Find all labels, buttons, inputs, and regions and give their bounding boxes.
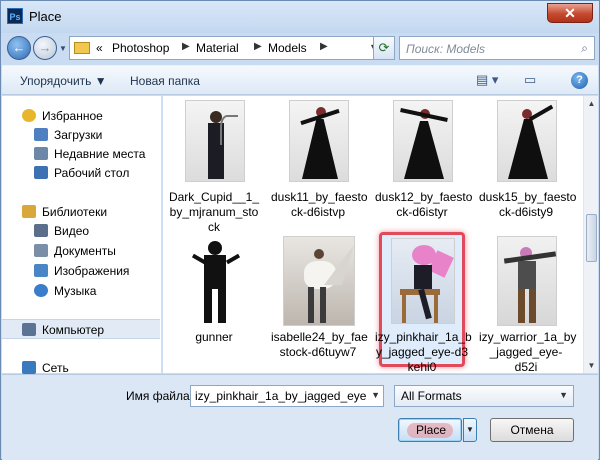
- breadcrumb-material[interactable]: Material: [196, 41, 239, 55]
- back-button[interactable]: ←: [7, 36, 31, 60]
- preview-pane-icon[interactable]: ▭: [524, 72, 536, 88]
- chevron-right-icon[interactable]: ▶: [254, 41, 262, 52]
- desktop-icon: [34, 166, 48, 179]
- close-button[interactable]: ✕: [547, 3, 593, 23]
- file-name: Dark_Cupid__1_ by_mjranum_sto ck: [168, 190, 260, 234]
- breadcrumb-photoshop[interactable]: Photoshop: [112, 41, 169, 55]
- breadcrumb-models[interactable]: Models: [268, 41, 307, 55]
- vertical-scrollbar[interactable]: ▲ ▼: [583, 96, 598, 373]
- view-options-icon[interactable]: ▤ ▾: [476, 72, 498, 88]
- help-icon[interactable]: ?: [571, 72, 588, 89]
- thumbnail-image: [497, 100, 557, 182]
- scrollbar-thumb[interactable]: [586, 214, 597, 262]
- forward-button[interactable]: →: [33, 36, 57, 60]
- title-bar: Ps Place ✕: [1, 1, 599, 33]
- computer-icon: [22, 323, 36, 336]
- file-list: Dark_Cupid__1_ by_mjranum_sto ck dusk11_…: [163, 96, 583, 373]
- file-format-select[interactable]: All Formats ▼: [394, 385, 574, 407]
- scroll-up-icon[interactable]: ▲: [584, 96, 599, 111]
- sidebar-item-favorites[interactable]: Избранное: [2, 106, 160, 126]
- file-name: dusk12_by_faesto ck-d6istyr: [375, 190, 473, 219]
- downloads-icon: [34, 128, 48, 141]
- sidebar-item-music[interactable]: Музыка: [2, 281, 160, 301]
- new-folder-button[interactable]: Новая папка: [130, 74, 200, 88]
- place-dialog: Ps Place ✕ ← → ▼ « Photoshop ▶ Material …: [0, 0, 600, 460]
- breadcrumb-overflow[interactable]: «: [96, 41, 103, 55]
- thumbnail-image: [283, 236, 355, 326]
- video-icon: [34, 224, 48, 237]
- organize-menu[interactable]: Упорядочить ▼: [20, 74, 107, 88]
- file-name: isabelle24_by_fae stock-d6tuyw7: [271, 330, 368, 359]
- folder-icon: [74, 42, 90, 54]
- dialog-footer: Имя файла: izy_pinkhair_1a_by_jagged_eye…: [2, 374, 598, 460]
- network-icon: [22, 361, 36, 374]
- thumbnail-image: [185, 236, 245, 326]
- history-dropdown-icon[interactable]: ▼: [59, 44, 67, 53]
- sidebar-item-downloads[interactable]: Загрузки: [2, 125, 160, 145]
- navigation-bar: ← → ▼ « Photoshop ▶ Material ▶ Models ▶ …: [5, 33, 597, 63]
- navigation-pane: Избранное Загрузки Недавние места Рабочи…: [2, 96, 162, 375]
- file-name: dusk11_by_faesto ck-d6istvp: [271, 190, 368, 219]
- sidebar-item-recent-places[interactable]: Недавние места: [2, 144, 160, 164]
- refresh-button[interactable]: ⟳: [373, 36, 395, 60]
- search-icon: ⌕: [581, 41, 588, 55]
- star-icon: [22, 109, 36, 122]
- thumbnail-image: [185, 100, 245, 182]
- search-placeholder: Поиск: Models: [406, 42, 486, 56]
- cancel-button[interactable]: Отмена: [490, 418, 574, 442]
- chevron-right-icon[interactable]: ▶: [182, 41, 190, 52]
- sidebar-item-documents[interactable]: Документы: [2, 241, 160, 261]
- window-title: Place: [29, 9, 62, 24]
- place-button-label: Place: [415, 423, 447, 437]
- thumbnail-image: [391, 238, 455, 324]
- chevron-down-icon[interactable]: ▼: [371, 390, 380, 400]
- photoshop-icon: Ps: [7, 8, 23, 24]
- filename-label: Имя файла:: [126, 389, 193, 403]
- recent-places-icon: [34, 147, 48, 160]
- file-name: gunner: [195, 330, 233, 344]
- sidebar-item-computer[interactable]: Компьютер: [2, 319, 160, 339]
- filename-field[interactable]: izy_pinkhair_1a_by_jagged_eye-d3k ▼: [190, 385, 384, 407]
- address-bar[interactable]: « Photoshop ▶ Material ▶ Models ▶ ▼: [69, 36, 383, 60]
- libraries-icon: [22, 205, 36, 218]
- chevron-right-icon[interactable]: ▶: [320, 41, 328, 52]
- file-format-value: All Formats: [401, 389, 462, 403]
- search-input[interactable]: Поиск: Models ⌕: [399, 36, 595, 60]
- chevron-down-icon: ▼: [559, 390, 568, 400]
- place-button[interactable]: Place: [398, 418, 462, 442]
- filename-value: izy_pinkhair_1a_by_jagged_eye-d3k: [195, 389, 367, 403]
- command-toolbar: Упорядочить ▼ Новая папка ▤ ▾ ▭ ?: [2, 65, 598, 95]
- music-icon: [34, 284, 48, 297]
- images-icon: [34, 264, 48, 277]
- sidebar-item-video[interactable]: Видео: [2, 221, 160, 241]
- file-name: izy_pinkhair_1a_b y_jagged_eye-d3 kehi0: [375, 330, 472, 373]
- sidebar-item-images[interactable]: Изображения: [2, 261, 160, 281]
- place-options-dropdown[interactable]: ▼: [463, 418, 477, 442]
- file-name: dusk15_by_faesto ck-d6isty9: [479, 190, 577, 219]
- thumbnail-image: [497, 236, 557, 326]
- thumbnail-image: [289, 100, 349, 182]
- sidebar-item-libraries[interactable]: Библиотеки: [2, 202, 160, 222]
- file-name: izy_warrior_1a_by _jagged_eye-d52i n65: [479, 330, 577, 373]
- documents-icon: [34, 244, 48, 257]
- thumbnail-image: [393, 100, 453, 182]
- sidebar-item-desktop[interactable]: Рабочий стол: [2, 163, 160, 183]
- scroll-down-icon[interactable]: ▼: [584, 358, 599, 373]
